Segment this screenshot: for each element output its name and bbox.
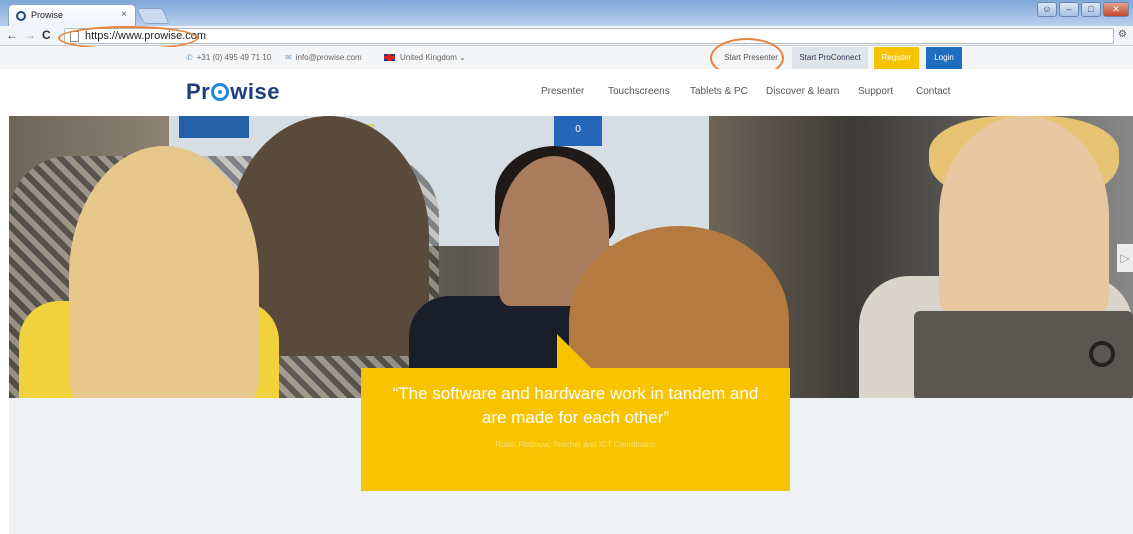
reload-icon[interactable]: C bbox=[42, 28, 51, 42]
prowise-logo[interactable]: Pr wise bbox=[186, 79, 280, 105]
nav-tablets-pc[interactable]: Tablets & PC bbox=[690, 86, 748, 97]
laptop-logo-icon bbox=[1089, 341, 1115, 367]
country-label: United Kingdom bbox=[400, 53, 457, 62]
back-arrow-icon[interactable]: ← bbox=[6, 28, 18, 42]
next-slide-arrow-icon[interactable]: ▷ bbox=[1117, 244, 1133, 272]
girl-left bbox=[69, 146, 259, 398]
email-address: info@prowise.com bbox=[295, 53, 362, 62]
tab-title: Prowise bbox=[31, 10, 64, 20]
nav-touchscreens[interactable]: Touchscreens bbox=[608, 86, 670, 97]
laptop bbox=[914, 311, 1133, 398]
testimonial-text: “The software and hardware work in tande… bbox=[392, 384, 759, 427]
testimonial-quote-box: “The software and hardware work in tande… bbox=[361, 334, 790, 491]
tab-close-icon[interactable]: × bbox=[121, 9, 127, 20]
phone-contact[interactable]: ✆ +31 (0) 495 49 71 10 bbox=[186, 53, 271, 62]
register-button[interactable]: Register bbox=[874, 47, 919, 69]
login-button[interactable]: Login bbox=[926, 47, 962, 69]
screen-tile-label: 0 bbox=[575, 124, 581, 135]
start-proconnect-button[interactable]: Start ProConnect bbox=[792, 47, 868, 69]
logo-text-end: wise bbox=[230, 79, 280, 104]
boy-right bbox=[939, 116, 1109, 316]
chevron-down-icon: ⌄ bbox=[459, 53, 466, 62]
browser-tab-strip: Prowise × ☺ – □ ✕ bbox=[0, 0, 1133, 26]
window-controls: ☺ – □ ✕ bbox=[1037, 2, 1129, 17]
forward-arrow-icon[interactable]: → bbox=[24, 28, 36, 42]
maximize-button[interactable]: □ bbox=[1081, 2, 1101, 17]
site-topbar: ✆ +31 (0) 495 49 71 10 ✉ info@prowise.com … bbox=[0, 47, 1133, 69]
uk-flag-icon bbox=[384, 54, 395, 61]
user-icon[interactable]: ☺ bbox=[1037, 2, 1057, 17]
phone-icon: ✆ bbox=[186, 53, 193, 62]
email-contact[interactable]: ✉ info@prowise.com bbox=[285, 53, 362, 62]
screen-tile-blue: 0 bbox=[554, 116, 602, 146]
extension-icon[interactable]: ⚙ bbox=[1118, 29, 1127, 40]
country-selector[interactable]: United Kingdom ⌄ bbox=[384, 53, 466, 62]
browser-tab[interactable]: Prowise × bbox=[8, 4, 136, 26]
prowise-favicon-icon bbox=[16, 11, 26, 21]
nav-contact[interactable]: Contact bbox=[916, 86, 950, 97]
mail-icon: ✉ bbox=[285, 53, 292, 62]
close-window-button[interactable]: ✕ bbox=[1103, 2, 1129, 17]
logo-text-start: Pr bbox=[186, 79, 211, 104]
minimize-button[interactable]: – bbox=[1059, 2, 1079, 17]
site-header: Pr wise Presenter Touchscreens Tablets & … bbox=[0, 69, 1133, 116]
phone-number: +31 (0) 495 49 71 10 bbox=[196, 53, 272, 62]
url-input[interactable]: https://www.prowise.com bbox=[64, 28, 1114, 44]
nav-support[interactable]: Support bbox=[858, 86, 893, 97]
testimonial-author: Robin Platjouw, Teacher and ICT Coordina… bbox=[495, 440, 656, 449]
screen-tile bbox=[179, 116, 249, 138]
nav-discover-learn[interactable]: Discover & learn bbox=[766, 86, 839, 97]
nav-presenter[interactable]: Presenter bbox=[541, 86, 584, 97]
new-tab-button[interactable] bbox=[136, 8, 170, 24]
logo-o-icon bbox=[211, 83, 230, 101]
